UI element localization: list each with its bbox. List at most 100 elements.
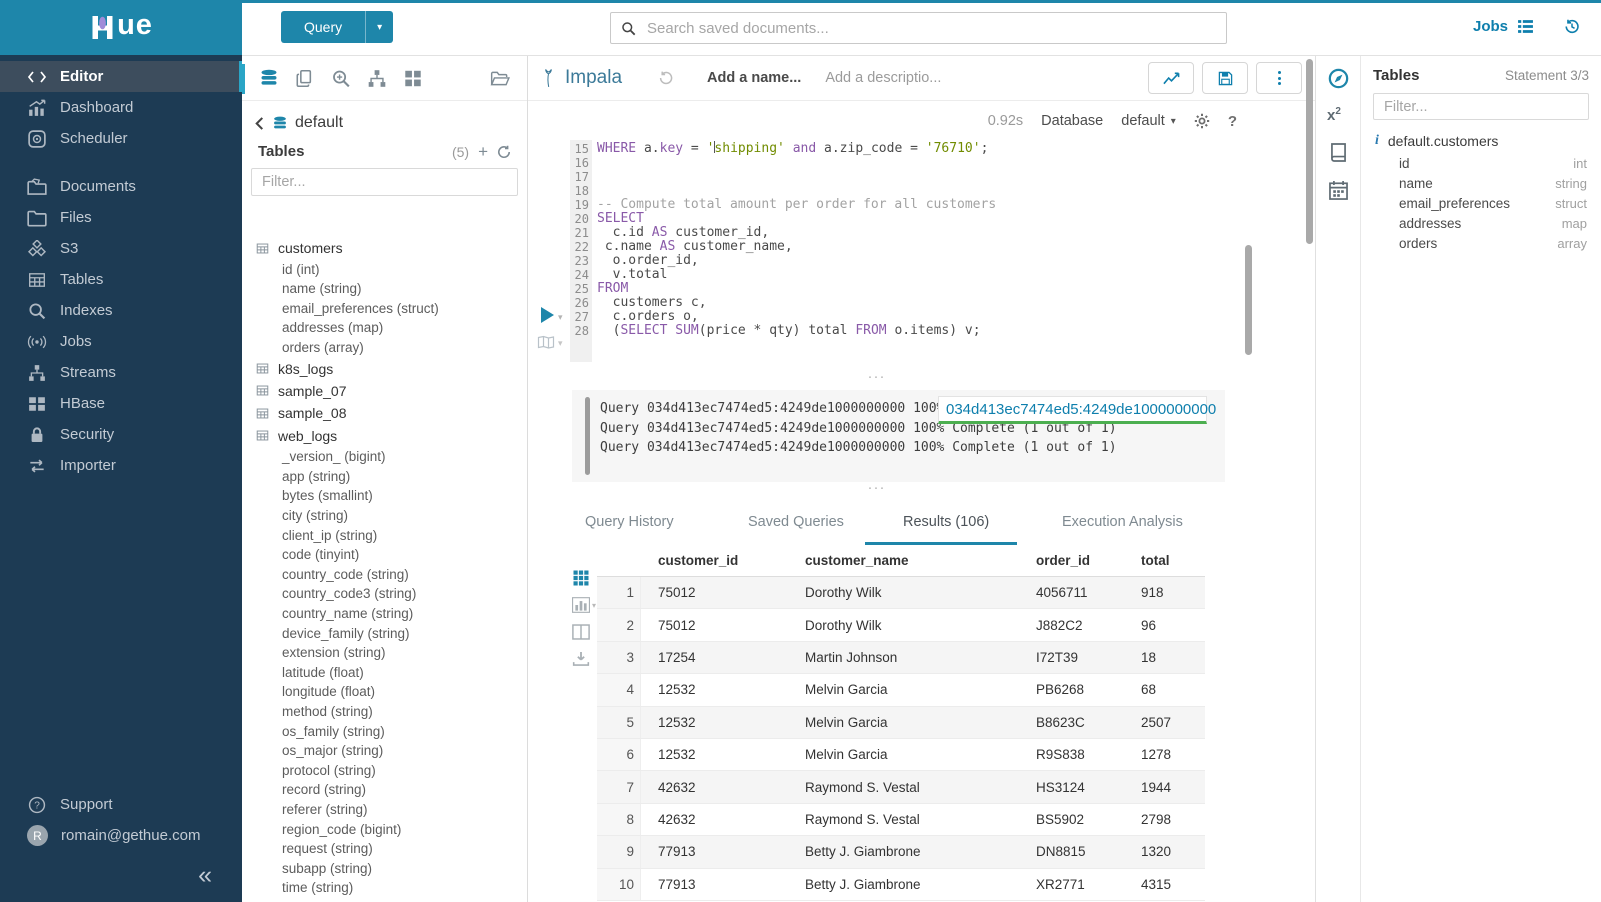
assist-column[interactable]: region_code (bigint) [255, 819, 526, 839]
back-chevron-icon[interactable] [254, 117, 265, 130]
sidebar-item-importer[interactable]: Importer [0, 450, 242, 481]
refresh-tables-icon[interactable] [497, 145, 511, 159]
assist-column[interactable]: record (string) [255, 780, 526, 800]
presentation-options-caret-icon[interactable]: ▾ [558, 338, 563, 349]
table-row[interactable]: 742632Raymond S. VestalHS31241944 [597, 771, 1205, 803]
assist-column[interactable]: name (string) [255, 279, 526, 299]
tab-execution-analysis[interactable]: Execution Analysis [1062, 514, 1183, 530]
sidebar-item-hbase[interactable]: HBase [0, 388, 242, 419]
assist-column[interactable]: subapp (string) [255, 858, 526, 878]
active-table-row[interactable]: i default.customers [1375, 133, 1589, 149]
assist-filter[interactable] [251, 168, 518, 196]
sidebar-item-s3[interactable]: S3 [0, 233, 242, 264]
editor-assistant-icon[interactable] [1328, 68, 1349, 89]
sidebar-item-support[interactable]: ? Support [0, 789, 242, 820]
assist-column[interactable]: url (string) [255, 898, 526, 902]
table-row[interactable]: 412532Melvin GarciaPB626868 [597, 674, 1205, 706]
sidebar-item-scheduler[interactable]: Scheduler [0, 123, 242, 154]
sidebar-item-user[interactable]: R romain@gethue.com [0, 820, 242, 851]
settings-gear-icon[interactable] [1194, 113, 1210, 129]
assist-column[interactable]: device_family (string) [255, 623, 526, 643]
right-column-name[interactable]: namestring [1373, 173, 1589, 193]
info-icon[interactable]: i [1375, 133, 1379, 149]
assist-filter-input[interactable] [260, 173, 509, 191]
right-panel-filter[interactable] [1373, 93, 1589, 120]
jobs-list-icon[interactable] [1517, 19, 1534, 34]
results-columns-icon[interactable] [572, 624, 590, 640]
assist-column[interactable]: bytes (smallint) [255, 486, 526, 506]
jobs-link[interactable]: Jobs [1473, 18, 1508, 35]
table-row[interactable]: 842632Raymond S. VestalBS59022798 [597, 804, 1205, 836]
presentation-mode-icon[interactable] [537, 335, 555, 350]
folder-open-icon[interactable] [490, 69, 510, 88]
sidebar-item-indexes[interactable]: Indexes [0, 295, 242, 326]
sidebar-item-streams[interactable]: Streams [0, 357, 242, 388]
assist-column[interactable]: city (string) [255, 506, 526, 526]
sidebar-item-dashboard[interactable]: Dashboard [0, 92, 242, 123]
execute-options-caret-icon[interactable]: ▾ [558, 312, 563, 323]
schedule-icon[interactable] [1328, 180, 1349, 201]
sidebar-item-documents[interactable]: Documents [0, 171, 242, 202]
results-resize-handle[interactable]: ··· [528, 484, 1225, 492]
log-scrollbar[interactable] [585, 397, 590, 475]
undo-history-icon[interactable] [658, 70, 674, 86]
breadcrumb-database-name[interactable]: default [295, 114, 343, 132]
zoom-search-icon[interactable] [331, 69, 351, 88]
right-column-addresses[interactable]: addressesmap [1373, 214, 1589, 234]
main-scrollbar[interactable] [1306, 59, 1313, 244]
table-row[interactable]: 275012Dorothy WilkJ882C296 [597, 609, 1205, 641]
assist-column[interactable]: os_family (string) [255, 721, 526, 741]
engine-selector[interactable]: Impala [541, 67, 622, 89]
more-actions-button[interactable] [1256, 62, 1302, 94]
functions-icon[interactable]: x2 [1327, 106, 1341, 124]
collapse-sidebar-icon[interactable]: « [198, 863, 212, 888]
documents-source-icon[interactable] [295, 69, 315, 88]
assist-column[interactable]: referer (string) [255, 800, 526, 820]
help-icon[interactable]: ? [1228, 113, 1237, 130]
apps-grid-icon[interactable] [403, 69, 423, 88]
query-id-link[interactable]: 034d413ec7474ed5:4249de1000000000 [938, 396, 1207, 424]
table-row[interactable]: 317254Martin JohnsonI72T3918 [597, 642, 1205, 674]
right-column-email-preferences[interactable]: email_preferencesstruct [1373, 193, 1589, 213]
hue-logo[interactable]: ue [0, 0, 242, 55]
results-chart-icon[interactable] [572, 597, 590, 613]
sitemap-source-icon[interactable] [367, 69, 387, 88]
column-header-order-id[interactable]: order_id [1019, 553, 1127, 568]
table-row[interactable]: 977913Betty J. GiambroneDN88151320 [597, 836, 1205, 868]
assist-column[interactable]: orders (array) [255, 338, 526, 358]
table-row[interactable]: 512532Melvin GarciaB8623C2507 [597, 707, 1205, 739]
assist-column[interactable]: time (string) [255, 878, 526, 898]
assist-table-sample-07[interactable]: sample_07 [255, 380, 526, 402]
code-content[interactable]: WHERE a.key = 'shipping' and a.zip_code … [597, 142, 996, 338]
assist-table-customers[interactable]: customers [255, 237, 526, 259]
assist-column[interactable]: app (string) [255, 467, 526, 487]
add-table-icon[interactable]: + [478, 143, 488, 160]
column-header-total[interactable]: total [1127, 553, 1205, 568]
assist-column[interactable]: addresses (map) [255, 318, 526, 338]
query-name-field[interactable]: Add a name... [707, 70, 801, 86]
right-filter-input[interactable] [1382, 98, 1580, 116]
query-button[interactable]: Query ▾ [281, 11, 393, 43]
assist-column[interactable]: protocol (string) [255, 760, 526, 780]
assist-column[interactable]: country_code3 (string) [255, 584, 526, 604]
assist-table-web-logs[interactable]: web_logs [255, 425, 526, 447]
database-dropdown[interactable]: default ▾ [1121, 113, 1176, 129]
execute-query-button[interactable] [541, 307, 554, 323]
right-column-orders[interactable]: ordersarray [1373, 234, 1589, 254]
query-dropdown-caret-icon[interactable]: ▾ [365, 11, 393, 43]
log-resize-handle[interactable]: ··· [528, 373, 1225, 381]
right-column-id[interactable]: idint [1373, 153, 1589, 173]
sidebar-item-security[interactable]: Security [0, 419, 242, 450]
assist-table-sample-08[interactable]: sample_08 [255, 402, 526, 424]
assist-column[interactable]: request (string) [255, 839, 526, 859]
assist-column[interactable]: os_major (string) [255, 741, 526, 761]
assist-column[interactable]: code (tinyint) [255, 545, 526, 565]
assist-column[interactable]: id (int) [255, 259, 526, 279]
table-row[interactable]: 175012Dorothy Wilk4056711918 [597, 577, 1205, 609]
chart-button[interactable] [1148, 62, 1194, 94]
tab-query-history[interactable]: Query History [585, 514, 674, 530]
download-results-icon[interactable] [572, 651, 590, 667]
assist-column[interactable]: country_name (string) [255, 604, 526, 624]
table-row[interactable]: 1077913Betty J. GiambroneXR27714315 [597, 869, 1205, 901]
column-header-customer-id[interactable]: customer_id [641, 553, 789, 568]
